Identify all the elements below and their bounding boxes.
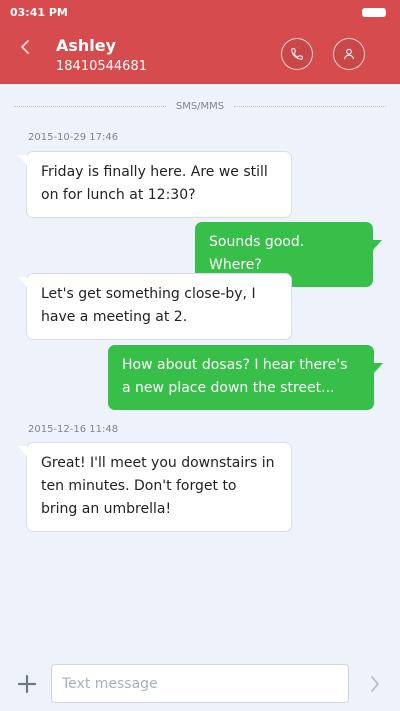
channel-divider: SMS/MMS: [14, 101, 387, 112]
incoming-message[interactable]: Friday is finally here. Are we still on …: [18, 151, 292, 218]
message-input[interactable]: [51, 664, 349, 703]
message-timestamp: 2015-12-16 11:48: [28, 424, 119, 435]
contact-button[interactable]: [333, 38, 365, 70]
incoming-message[interactable]: Great! I'll meet you downstairs in ten m…: [18, 442, 292, 532]
channel-label: SMS/MMS: [175, 101, 225, 112]
conversation-header: Ashley 18410544681: [0, 24, 400, 84]
plus-icon: [18, 675, 36, 693]
contact-number: 18410544681: [56, 59, 147, 74]
send-chevron-icon: [371, 676, 379, 692]
contact-name: Ashley: [56, 36, 117, 55]
status-bar: 03:41 PM: [0, 0, 400, 24]
send-button[interactable]: [363, 672, 387, 696]
back-button[interactable]: [14, 36, 36, 58]
person-icon: [344, 48, 354, 60]
message-composer: [0, 660, 400, 711]
attach-button[interactable]: [13, 670, 41, 698]
back-chevron-icon: [21, 40, 29, 54]
message-thread[interactable]: SMS/MMS 2015-10-29 17:46 Friday is final…: [0, 84, 400, 660]
battery-icon: [362, 7, 386, 17]
status-time: 03:41 PM: [10, 5, 68, 19]
incoming-message[interactable]: Let's get something close-by, I have a m…: [18, 273, 292, 340]
phone-icon: [291, 48, 303, 60]
call-button[interactable]: [281, 38, 313, 70]
outgoing-message[interactable]: How about dosas? I hear there's a new pl…: [108, 345, 383, 410]
message-timestamp: 2015-10-29 17:46: [28, 132, 119, 143]
